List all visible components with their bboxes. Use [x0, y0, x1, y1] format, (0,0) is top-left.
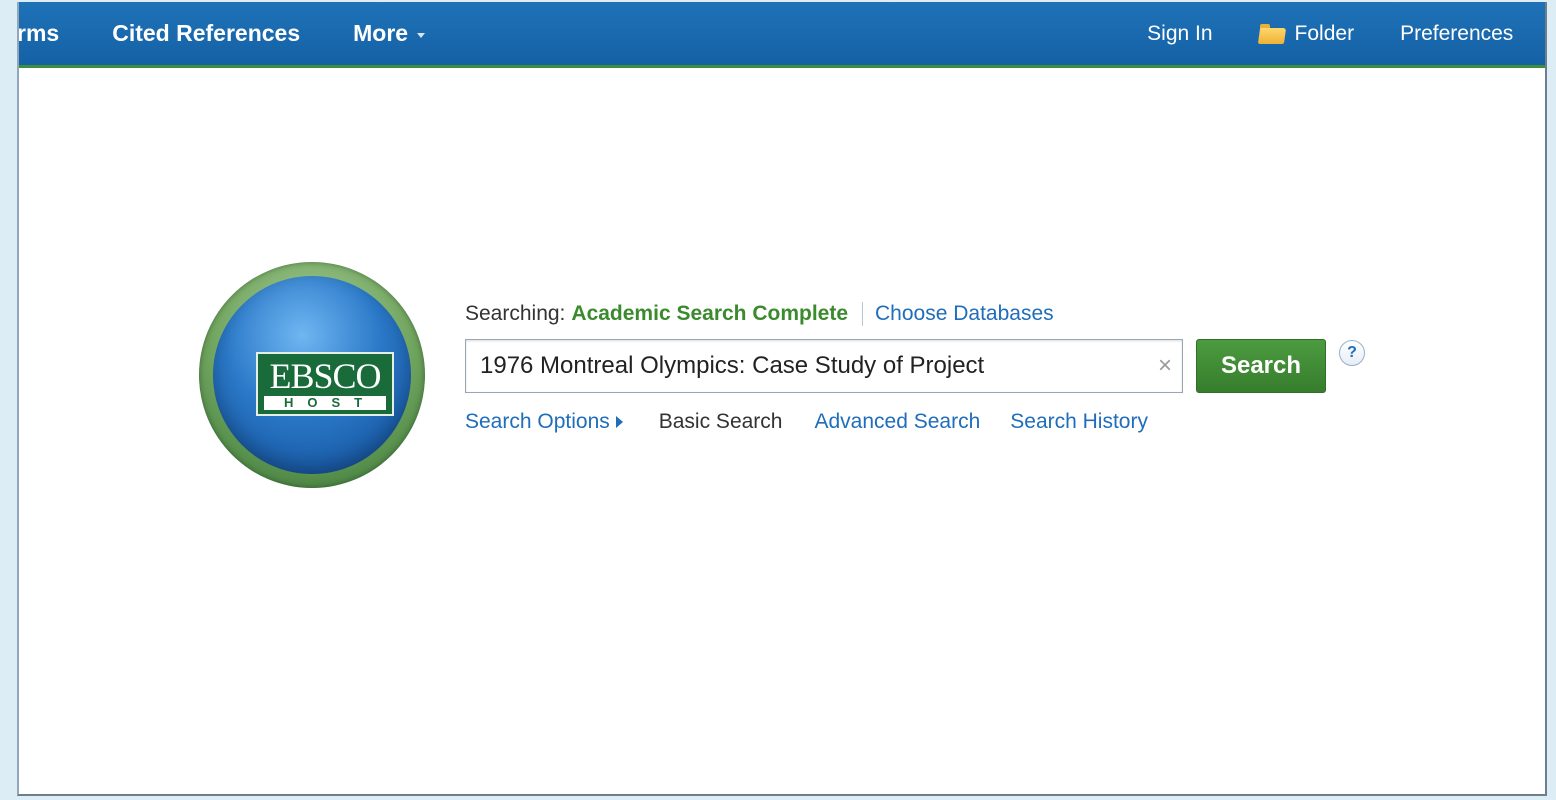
help-icon[interactable]: ? — [1339, 340, 1365, 366]
browser-content-frame: rms Cited References More Sign In Folder… — [17, 2, 1547, 796]
database-name: Academic Search Complete — [571, 302, 849, 325]
ebscohost-logo[interactable]: EBSCO HOST — [199, 262, 425, 488]
nav-item-truncated[interactable]: rms — [19, 20, 59, 47]
sign-in-link[interactable]: Sign In — [1147, 22, 1212, 46]
top-navigation-bar: rms Cited References More Sign In Folder… — [19, 2, 1545, 68]
nav-item-cited-references[interactable]: Cited References — [112, 20, 300, 47]
search-options-label: Search Options — [465, 410, 610, 433]
clear-search-icon[interactable]: × — [1158, 353, 1172, 379]
basic-search-current: Basic Search — [658, 410, 783, 433]
divider — [862, 302, 864, 326]
search-options-line: Search Options Basic Search Advanced Sea… — [465, 410, 1148, 434]
logo-sub: HOST — [264, 396, 386, 410]
search-button[interactable]: Search — [1196, 339, 1326, 393]
folder-label: Folder — [1294, 21, 1355, 45]
choose-databases-link[interactable]: Choose Databases — [875, 302, 1054, 326]
search-history-link[interactable]: Search History — [1010, 410, 1148, 434]
chevron-down-icon — [417, 32, 426, 38]
searching-label: Searching: — [465, 302, 566, 325]
search-options-link[interactable]: Search Options — [465, 410, 623, 434]
search-box: × — [465, 339, 1183, 393]
triangle-right-icon — [615, 416, 623, 428]
user-nav: Sign In Folder Preferences L — [1147, 2, 1545, 65]
primary-nav: rms Cited References More — [19, 2, 426, 65]
search-input[interactable] — [480, 340, 1140, 392]
nav-more-label: More — [353, 20, 409, 46]
nav-item-more[interactable]: More — [353, 20, 426, 47]
logo-badge: EBSCO HOST — [256, 352, 394, 416]
searching-line: Searching: Academic Search Complete Choo… — [465, 302, 1054, 326]
folder-icon — [1257, 23, 1286, 44]
logo-globe: EBSCO HOST — [213, 276, 411, 474]
folder-link[interactable]: Folder — [1257, 21, 1355, 46]
logo-word: EBSCO — [269, 356, 381, 396]
advanced-search-link[interactable]: Advanced Search — [814, 410, 980, 434]
preferences-link[interactable]: Preferences — [1400, 22, 1513, 46]
